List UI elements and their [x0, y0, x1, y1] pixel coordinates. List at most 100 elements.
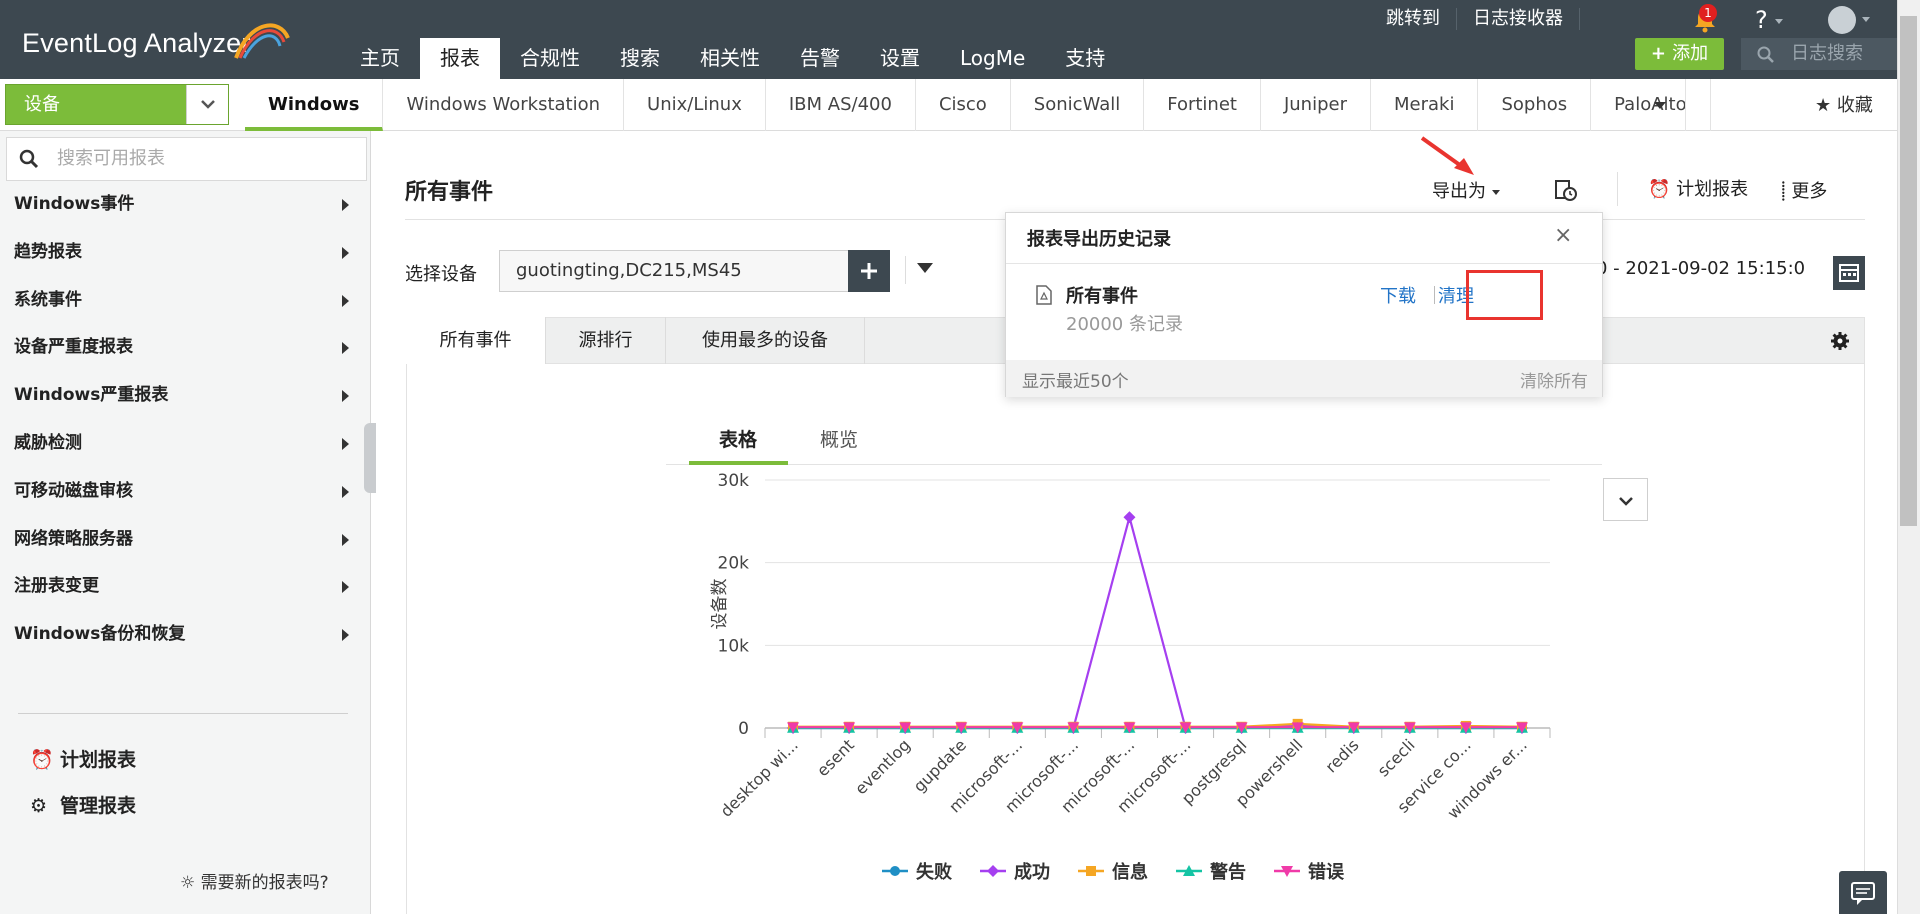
sidebar-item[interactable]: 系统事件 [0, 276, 371, 324]
filter-icon[interactable] [917, 263, 933, 273]
chevron-right-icon [342, 581, 349, 594]
device-select[interactable]: 设备 [5, 84, 229, 125]
sidebar-item-label: 网络策略服务器 [14, 528, 133, 549]
nav-tab[interactable]: 合规性 [500, 38, 600, 79]
os-tab[interactable]: Fortinet [1144, 79, 1261, 131]
sidebar-item[interactable]: Windows严重报表 [0, 371, 371, 419]
sidebar-collapse-handle[interactable] [364, 423, 376, 493]
caret-down-icon[interactable] [1862, 17, 1870, 22]
os-tab[interactable]: Meraki [1371, 79, 1479, 131]
nav-tab[interactable]: 设置 [860, 38, 940, 79]
sidebar-item[interactable]: 网络策略服务器 [0, 515, 371, 563]
nav-tab[interactable]: 报表 [420, 38, 500, 79]
scrollbar-thumb[interactable] [1900, 16, 1917, 526]
chevron-down-icon [201, 100, 215, 109]
log-receiver-link[interactable]: 日志接收器 [1457, 8, 1580, 30]
highlight-box [1466, 270, 1543, 320]
add-device-button[interactable] [848, 250, 890, 292]
sidebar-item[interactable]: Windows事件 [0, 180, 371, 228]
os-tab[interactable]: SonicWall [1011, 79, 1145, 131]
legend-marker-icon [980, 865, 1006, 877]
sidebar-item-label: 注册表变更 [14, 576, 99, 597]
jump-to-link[interactable]: 跳转到 [1370, 8, 1457, 30]
need-new-report-link[interactable]: ☼ 需要新的报表吗? [180, 868, 329, 893]
calendar-button[interactable] [1833, 256, 1865, 290]
legend-item[interactable]: 失败 [882, 858, 952, 884]
nav-tab[interactable]: LogMe [940, 38, 1045, 79]
more-os-dropdown[interactable] [1634, 79, 1686, 131]
nav-tab[interactable]: 搜索 [600, 38, 680, 79]
os-tab[interactable]: Juniper [1261, 79, 1371, 131]
more-button[interactable]: ⸽ 更多 [1781, 177, 1827, 203]
sidebar-item[interactable]: Windows备份和恢复 [0, 610, 371, 658]
gear-icon: ⚙ [30, 795, 48, 817]
os-tab[interactable]: Windows Workstation [383, 79, 625, 131]
sidebar-item[interactable]: 设备严重度报表 [0, 323, 371, 371]
add-label: 添加 [1672, 43, 1709, 64]
os-tab[interactable]: IBM AS/400 [766, 79, 916, 131]
user-avatar-icon[interactable] [1828, 6, 1856, 34]
more-icon: ⸽ [1781, 181, 1792, 202]
view-tab-overview[interactable]: 概览 [820, 425, 858, 452]
sidebar-item-label: 威胁检测 [14, 433, 82, 453]
tab-all-events[interactable]: 所有事件 [406, 317, 546, 364]
sidebar-item[interactable]: 注册表变更 [0, 562, 371, 610]
view-tab-table[interactable]: 表格 [719, 425, 757, 452]
device-dropdown-button[interactable] [186, 85, 228, 124]
help-icon[interactable]: ? [1755, 6, 1784, 34]
caret-down-icon [1491, 189, 1500, 195]
filter-divider [905, 256, 906, 284]
nav-tab[interactable]: 相关性 [680, 38, 780, 79]
schedule-report-button[interactable]: ⏰ 计划报表 [1648, 175, 1748, 201]
sidebar-item-label: 设备严重度报表 [14, 337, 133, 358]
log-search-placeholder: 日志搜索 [1791, 43, 1863, 64]
need-new-report-label: 需要新的报表吗? [200, 873, 329, 893]
sidebar-item[interactable]: 可移动磁盘审核 [0, 467, 371, 515]
os-tab[interactable]: Unix/Linux [624, 79, 766, 131]
nav-tab[interactable]: 支持 [1045, 38, 1125, 79]
events-line-chart: 010k20k30k设备数desktop wi... esenteventlogg… [710, 471, 1551, 823]
tab-top-devices[interactable]: 使用最多的设备 [666, 317, 865, 364]
show-recent-label: 显示最近50个 [1022, 372, 1129, 392]
device-input[interactable]: guotingting,DC215,MS45 [499, 250, 849, 292]
series-line [793, 512, 1522, 730]
download-link[interactable]: 下载 [1380, 282, 1416, 308]
app-logo[interactable]: EventLog Analyzer [22, 28, 251, 59]
os-tab[interactable]: Windows [245, 79, 384, 131]
y-axis-label: 设备数 [710, 579, 730, 630]
add-button[interactable]: + 添加 [1635, 38, 1724, 70]
search-icon [1757, 46, 1774, 63]
sidebar-link-label: 计划报表 [60, 749, 137, 771]
os-tab[interactable]: Cisco [916, 79, 1011, 131]
link-separator [1434, 286, 1435, 304]
sidebar-link-schedule[interactable]: ⏰ 计划报表 [30, 745, 136, 772]
report-search-input[interactable]: 搜索可用报表 [6, 137, 367, 181]
export-label: 导出为 [1432, 181, 1486, 202]
gear-icon[interactable] [1830, 331, 1850, 351]
sidebar-link-manage[interactable]: ⚙ 管理报表 [30, 791, 136, 818]
os-tab[interactable]: Sophos [1478, 79, 1592, 131]
sidebar: 搜索可用报表 Windows事件 趋势报表 系统事件设备严重度报表 Windows严重… [0, 131, 371, 914]
close-icon[interactable]: × [1554, 223, 1572, 248]
date-range-field[interactable]: 0 - 2021-09-02 15:15:0 [1596, 258, 1805, 279]
legend-marker-icon [882, 866, 908, 876]
nav-tab[interactable]: 主页 [340, 38, 420, 79]
clear-all-link[interactable]: 清除所有 [1520, 367, 1588, 392]
legend-item[interactable]: 警告 [1176, 858, 1246, 884]
nav-tab[interactable]: 告警 [780, 38, 860, 79]
sidebar-item[interactable]: 威胁检测 [0, 419, 371, 467]
sidebar-item[interactable]: 趋势报表 [0, 228, 371, 276]
chat-button[interactable] [1839, 871, 1887, 914]
legend-item[interactable]: 信息 [1078, 858, 1148, 884]
chevron-right-icon [342, 294, 349, 307]
device-label: 选择设备 [405, 264, 477, 285]
tab-source-ranking[interactable]: 源排行 [546, 317, 666, 364]
legend-item[interactable]: 错误 [1274, 858, 1344, 884]
log-search-input[interactable]: 日志搜索 [1741, 38, 1899, 70]
export-dropdown[interactable]: 导出为 [1432, 177, 1500, 203]
export-history-icon[interactable] [1553, 178, 1579, 204]
plus-icon [861, 263, 877, 279]
favorite-button[interactable]: ★ 收藏 [1815, 91, 1873, 117]
legend-item[interactable]: 成功 [980, 858, 1050, 884]
legend-label: 成功 [1014, 862, 1050, 883]
